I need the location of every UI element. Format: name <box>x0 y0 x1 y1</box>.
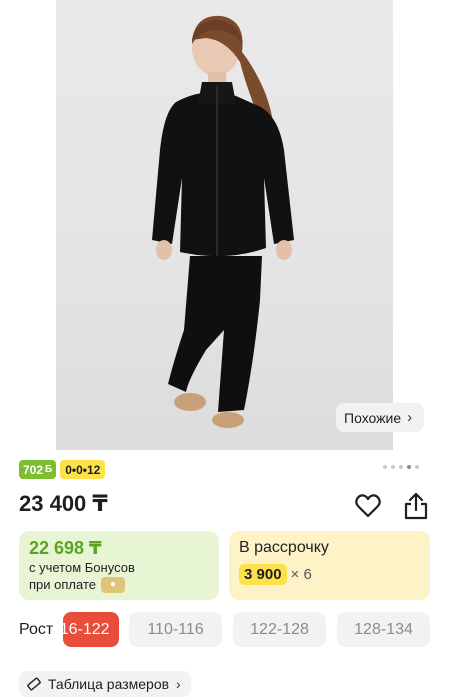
chevron-right-icon: › <box>176 676 181 692</box>
gallery-dot <box>399 465 403 469</box>
installment-badge: 0•0•12 <box>60 460 106 479</box>
bonus-price-amount: 22 698 ₸ <box>29 538 102 558</box>
bonus-price-line1: с учетом Бонусов <box>29 560 135 575</box>
heart-icon[interactable] <box>355 494 381 518</box>
share-icon[interactable] <box>403 492 429 520</box>
bonus-icon: Б <box>45 464 53 475</box>
bonus-badge: 702 Б <box>19 460 57 479</box>
price-badges: 702 Б 0•0•12 <box>19 460 106 479</box>
size-option-label: 116-122 <box>63 620 110 638</box>
bonus-price-line2-row: при оплате ● <box>29 576 209 593</box>
kaspi-icon: ● <box>100 576 125 593</box>
size-option[interactable]: 122-128 <box>233 612 326 647</box>
bonus-price-card[interactable]: 22 698 ₸ с учетом Бонусов при оплате ● <box>19 531 219 600</box>
bonus-badge-value: 702 <box>23 462 44 477</box>
size-table-button[interactable]: Таблица размеров › <box>19 671 191 697</box>
size-option-label: 128-134 <box>354 620 413 638</box>
chevron-right-icon: › <box>407 409 413 426</box>
gallery-pagination <box>383 465 419 469</box>
size-table-label: Таблица размеров <box>48 676 170 692</box>
ruler-icon <box>27 677 41 691</box>
similar-button[interactable]: Похожие › <box>336 403 425 432</box>
gallery-dot <box>415 465 419 469</box>
gallery-dot <box>391 465 395 469</box>
gallery-dot <box>383 465 387 469</box>
size-option-label: 110-116 <box>147 620 204 638</box>
installment-multiplier: × 6 <box>290 566 312 583</box>
installment-card[interactable]: В рассрочку 3 900 × 6 <box>229 531 430 600</box>
size-option[interactable]: 128-134 <box>337 612 430 647</box>
installment-row: 3 900 × 6 <box>239 564 420 585</box>
size-option[interactable]: 110-116 <box>129 612 222 647</box>
size-option-selected[interactable]: 116-122 <box>63 612 119 647</box>
product-price: 23 400 ₸ <box>19 491 108 516</box>
size-option-label: 122-128 <box>250 620 309 638</box>
bonus-price-line2: при оплате <box>29 577 96 592</box>
similar-label: Похожие <box>344 409 402 426</box>
gallery-dot-active <box>407 465 411 469</box>
size-selector: Рост 116-122 110-116 122-128 128-134 <box>19 612 449 648</box>
product-gallery[interactable]: Похожие › <box>0 0 449 450</box>
product-photo[interactable] <box>56 0 393 450</box>
size-label: Рост <box>19 621 54 638</box>
installment-monthly: 3 900 <box>239 564 287 585</box>
installment-title: В рассрочку <box>239 539 329 556</box>
